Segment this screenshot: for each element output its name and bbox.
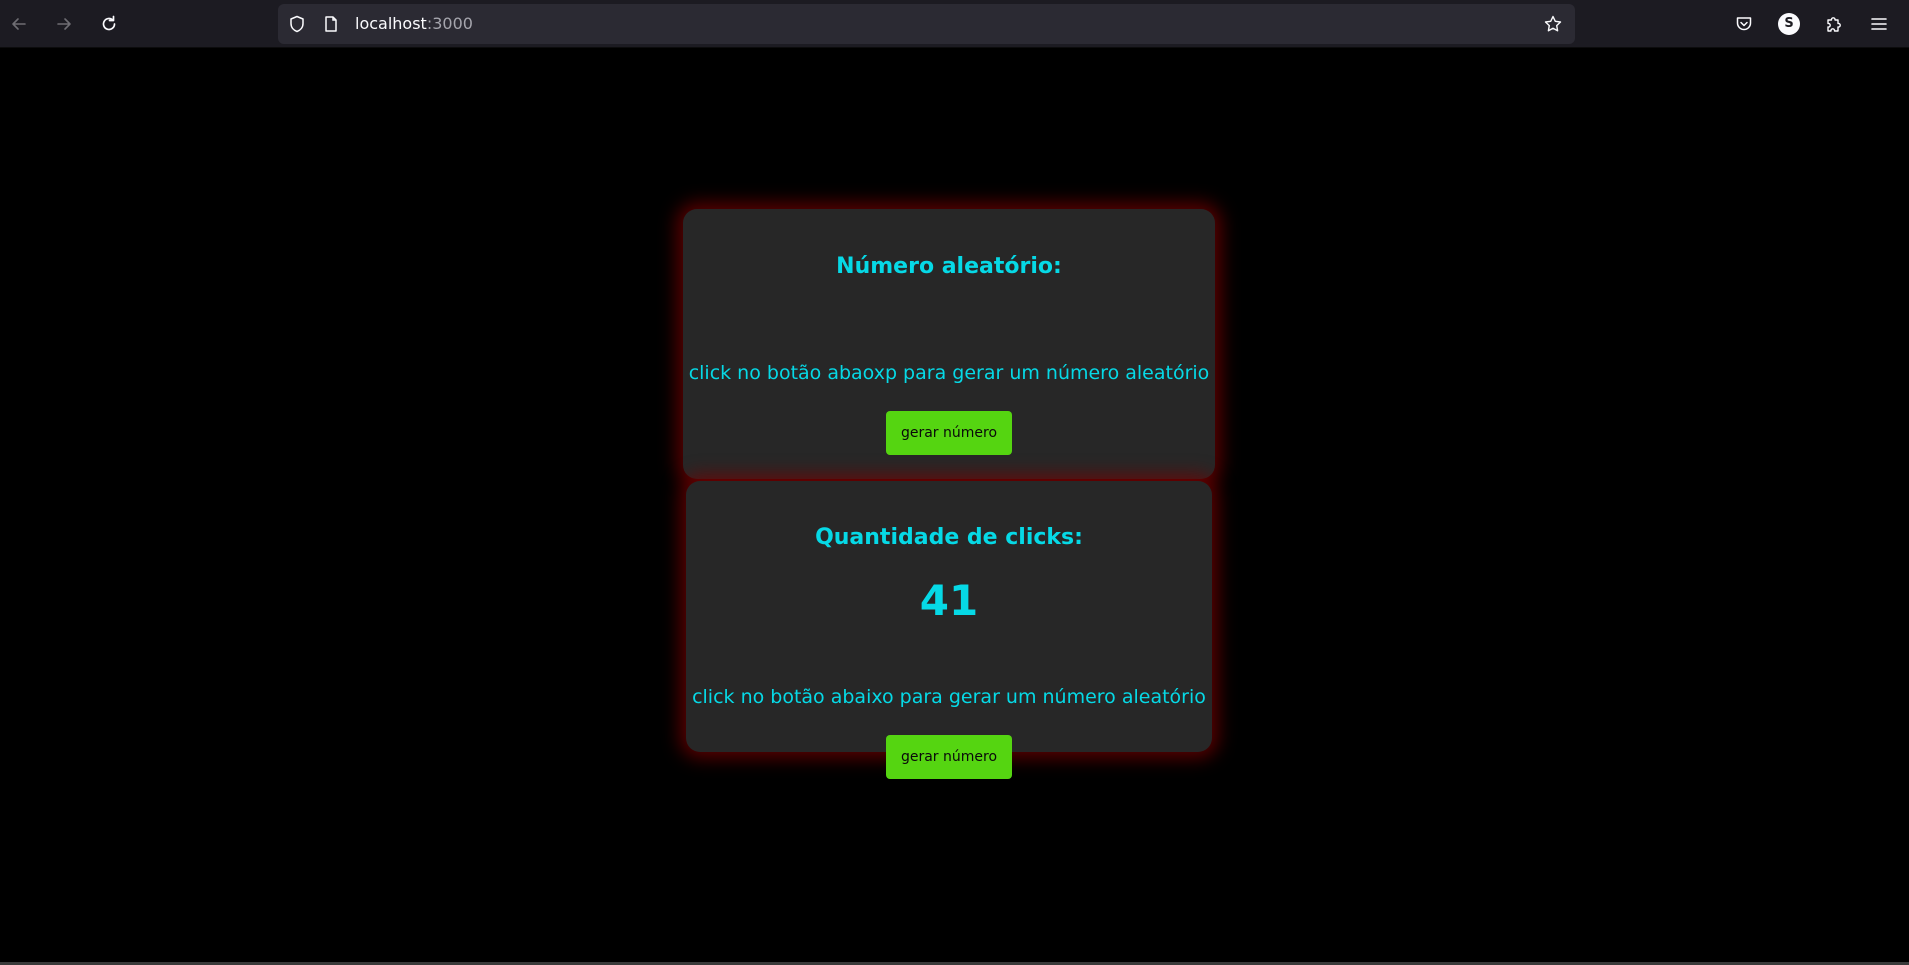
avatar: S — [1778, 13, 1800, 35]
extensions-button[interactable] — [1816, 6, 1852, 42]
account-icon: S — [1778, 13, 1800, 35]
random-number-title: Número aleatório: — [836, 254, 1062, 279]
arrow-right-icon — [54, 14, 74, 34]
url-text[interactable]: localhost:3000 — [355, 14, 473, 34]
account-button[interactable]: S — [1771, 6, 1807, 42]
star-icon — [1544, 15, 1562, 32]
pocket-button[interactable] — [1726, 6, 1762, 42]
hamburger-menu-icon — [1869, 14, 1889, 34]
generate-number-button[interactable]: gerar número — [886, 411, 1012, 455]
random-number-hint: click no botão abaoxp para gerar um núme… — [688, 362, 1210, 384]
click-count-value: 41 — [919, 576, 979, 625]
click-count-hint: click no botão abaixo para gerar um núme… — [692, 686, 1206, 708]
menu-button[interactable] — [1861, 6, 1897, 42]
generate-number-button-2[interactable]: gerar número — [886, 735, 1012, 779]
reload-button[interactable] — [91, 6, 127, 42]
click-count-card: Quantidade de clicks: 41 click no botão … — [686, 481, 1212, 779]
page-icon[interactable] — [321, 14, 341, 34]
bookmark-star-button[interactable] — [1543, 14, 1563, 34]
click-count-title: Quantidade de clicks: — [815, 525, 1083, 550]
puzzle-icon — [1824, 14, 1844, 34]
url-host: localhost — [355, 14, 427, 33]
browser-toolbar: localhost:3000 S — [0, 0, 1909, 48]
arrow-left-icon — [9, 14, 29, 34]
random-number-card: Número aleatório: click no botão abaoxp … — [683, 209, 1215, 479]
back-button[interactable] — [1, 6, 37, 42]
pocket-icon — [1734, 14, 1754, 34]
reload-icon — [99, 14, 119, 34]
page-viewport: Número aleatório: click no botão abaoxp … — [0, 48, 1909, 962]
url-port: :3000 — [426, 14, 473, 33]
forward-button[interactable] — [46, 6, 82, 42]
shield-icon[interactable] — [287, 14, 307, 34]
address-bar[interactable]: localhost:3000 — [278, 4, 1575, 44]
